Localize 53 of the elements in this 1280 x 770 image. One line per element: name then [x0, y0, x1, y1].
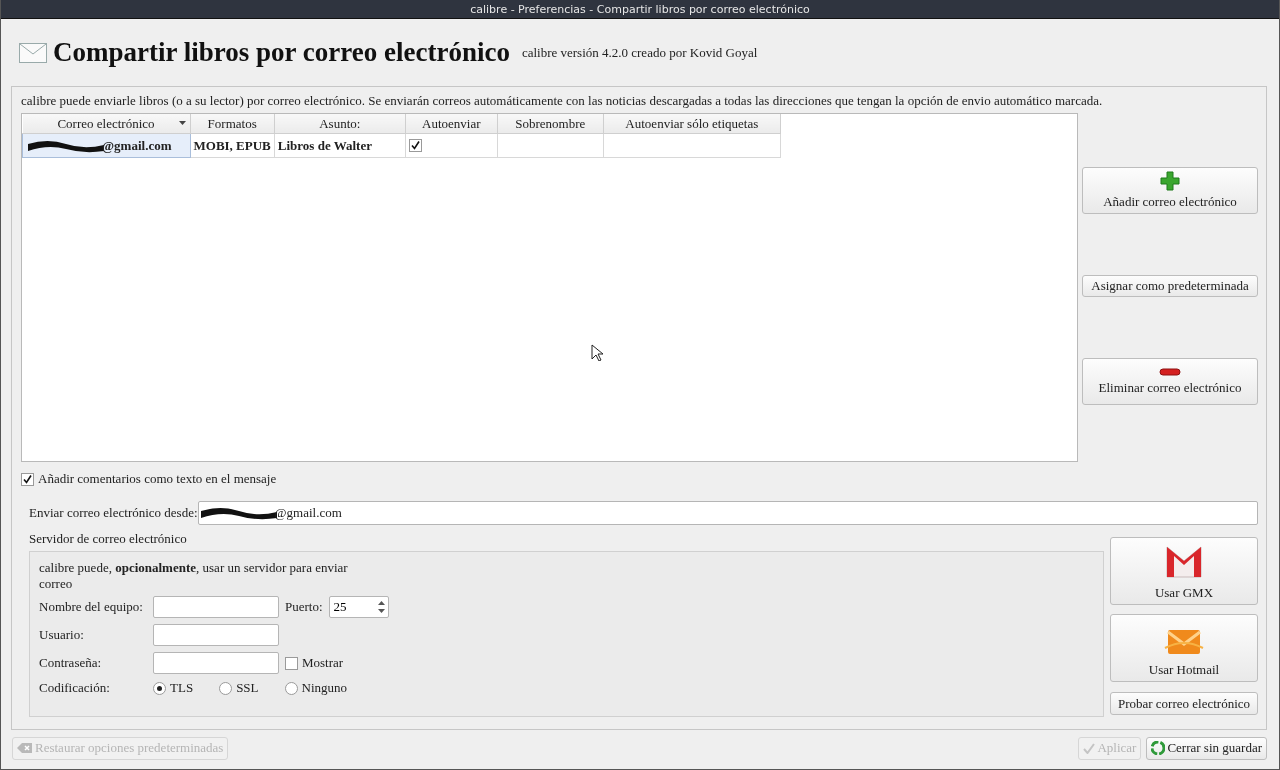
backspace-icon	[17, 742, 33, 754]
email-action-button[interactable]: Eliminar correo electrónico	[1082, 358, 1258, 405]
checkbox-label[interactable]: Añadir comentarios como texto en el mensaje	[38, 471, 277, 487]
field-label: Usuario:	[39, 627, 85, 643]
column-header[interactable]: Correo electrónico	[22, 114, 190, 134]
minus-icon	[1159, 367, 1181, 377]
plus-icon	[1160, 171, 1180, 191]
page-title: Compartir libros por correo electrónico	[53, 37, 510, 68]
sender-field[interactable]: @gmail.com	[197, 501, 1258, 525]
input-field[interactable]	[153, 652, 279, 674]
radio-button[interactable]	[219, 681, 233, 695]
group-title: Servidor de correo electrónico	[29, 531, 187, 547]
column-header[interactable]: Sobrenombre	[497, 114, 604, 134]
port-spinbox[interactable]: 25	[328, 596, 389, 618]
envelope-icon	[1164, 543, 1204, 581]
table-cell: Libros de Walter	[274, 133, 406, 158]
column-header[interactable]: Autoenviar	[405, 114, 498, 134]
input-field[interactable]	[153, 624, 279, 646]
sort-arrow-icon	[178, 121, 186, 125]
check-icon	[1083, 742, 1096, 754]
column-header[interactable]: Autoenviar sólo etiquetas	[603, 114, 781, 134]
radio-label[interactable]: TLS	[170, 680, 194, 696]
radio-button[interactable]	[284, 681, 298, 695]
footer-button[interactable]: Cerrar sin guardar	[1146, 736, 1267, 760]
server-note: calibre puede, opcionalmente, usar un servidor para enviar correo	[39, 560, 349, 592]
provider-button[interactable]: Usar GMX	[1110, 537, 1258, 605]
radio-label[interactable]: Ninguno	[301, 680, 348, 696]
autosend-checkbox[interactable]	[408, 139, 422, 152]
checkbox-label[interactable]: Mostrar	[302, 655, 344, 671]
comments-checkbox[interactable]	[21, 472, 34, 486]
column-header[interactable]: Formatos	[190, 114, 275, 134]
provider-button[interactable]: Usar Hotmail	[1110, 614, 1258, 682]
show-checkbox[interactable]	[285, 656, 298, 670]
field-label: Enviar correo electrónico desde:	[29, 505, 198, 521]
email-action-button[interactable]: Asignar como predeterminada	[1082, 275, 1258, 297]
window-title: calibre - Preferencias - Compartir libros por correo electrónico	[470, 2, 810, 16]
intro-text: calibre puede enviarle libros (o a su lector) por correo electrónico. Se enviarán correos automáticamente con las noticias descargadas a todas las direcciones que tengan la opción de envio automático marcada.	[21, 93, 1104, 109]
radio-button[interactable]	[153, 681, 166, 695]
column-header[interactable]: Asunto:	[274, 114, 406, 134]
version-text: calibre versión 4.2.0 creado por Kovid Goyal	[521, 44, 758, 61]
email-cell[interactable]: @gmail.com	[22, 133, 190, 158]
test-email-button[interactable]: Probar correo electrónico	[1110, 692, 1258, 715]
field-label: Contraseña:	[39, 655, 103, 671]
field-label: Codificación:	[39, 680, 111, 696]
pointer-icon	[591, 344, 603, 361]
field-label: Nombre del equipo:	[39, 599, 144, 615]
field-label: Puerto:	[285, 599, 323, 615]
radio-label[interactable]: SSL	[236, 680, 259, 696]
envelope-icon	[19, 42, 47, 63]
table-cell: MOBI, EPUB	[190, 133, 275, 158]
spin-arrows-icon	[377, 601, 385, 613]
input-field[interactable]	[153, 596, 279, 618]
email-action-button[interactable]: Añadir correo electrónico	[1082, 167, 1258, 214]
